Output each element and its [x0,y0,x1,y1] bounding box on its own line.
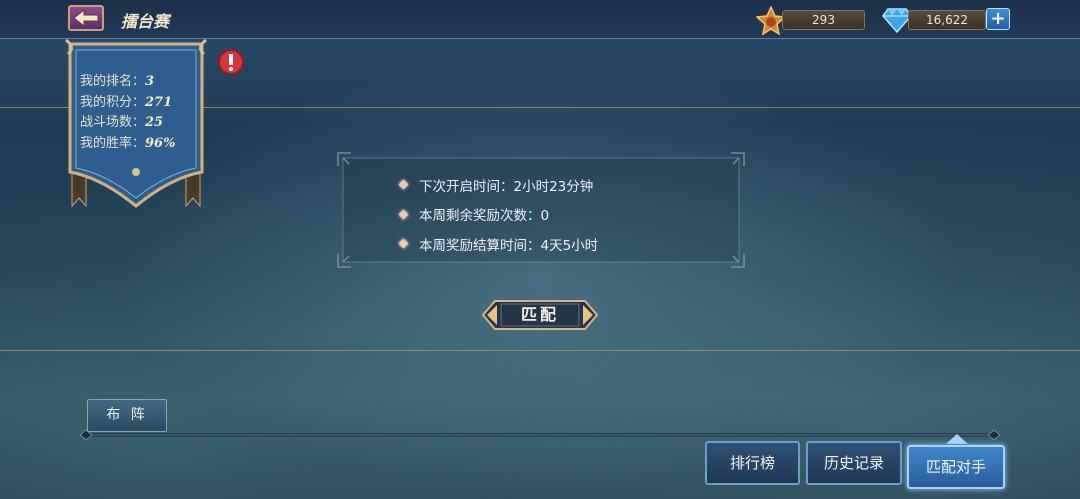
rank-row: 我的排名：3 [80,72,175,93]
diamond-bullet-icon [398,179,409,190]
battles-label: 战斗场数： [80,115,146,130]
gem-count: 16,622 [908,10,986,30]
info-list: 下次开启时间：2小时23分钟 本周剩余奖励次数：0 本周奖励结算时间：4天5小时 [398,170,598,259]
tab-history[interactable]: 历史记录 [806,441,902,485]
info-item-remaining-rewards: 本周剩余奖励次数：0 [398,200,598,230]
page-title: 擂台赛 [121,12,170,31]
points-label: 我的积分： [80,94,146,110]
top-bar: 擂台赛 293 16,622 + [0,0,1080,39]
diamond-bullet-icon [398,209,409,220]
back-arrow-icon [73,8,99,28]
battles-row: 战斗场数：25 [80,113,175,134]
diamond-bullet-icon [398,238,409,249]
info-item-settlement-time: 本周奖励结算时间：4天5小时 [398,229,598,259]
medal-count: 293 [782,10,865,30]
rank-label: 我的排名： [80,74,146,89]
add-gems-button[interactable]: + [986,8,1010,30]
alert-icon[interactable] [217,48,245,76]
match-button[interactable]: 匹配 [481,299,599,331]
winrate-label: 我的胜率： [80,135,146,151]
points-row: 我的积分：271 [80,93,175,114]
points-value: 271 [145,94,173,110]
winrate-row: 我的胜率：96% [80,134,175,155]
back-button[interactable] [68,5,104,31]
bottom-track [80,429,1000,441]
player-stats: 我的排名：3 我的积分：271 战斗场数：25 我的胜率：96% [80,72,175,154]
info-item-next-open: 下次开启时间：2小时23分钟 [398,170,598,200]
match-button-label: 匹配 [520,305,559,324]
band-divider-bottom [0,350,1080,351]
tab-find-opponent[interactable]: 匹配对手 [907,445,1005,489]
tab-leaderboard[interactable]: 排行榜 [705,441,800,485]
winrate-value: 96% [145,135,176,151]
active-tab-caret-icon [946,434,968,444]
battles-value: 25 [145,115,164,130]
rank-value: 3 [145,74,155,89]
lineup-button[interactable]: 布 阵 [87,399,167,432]
